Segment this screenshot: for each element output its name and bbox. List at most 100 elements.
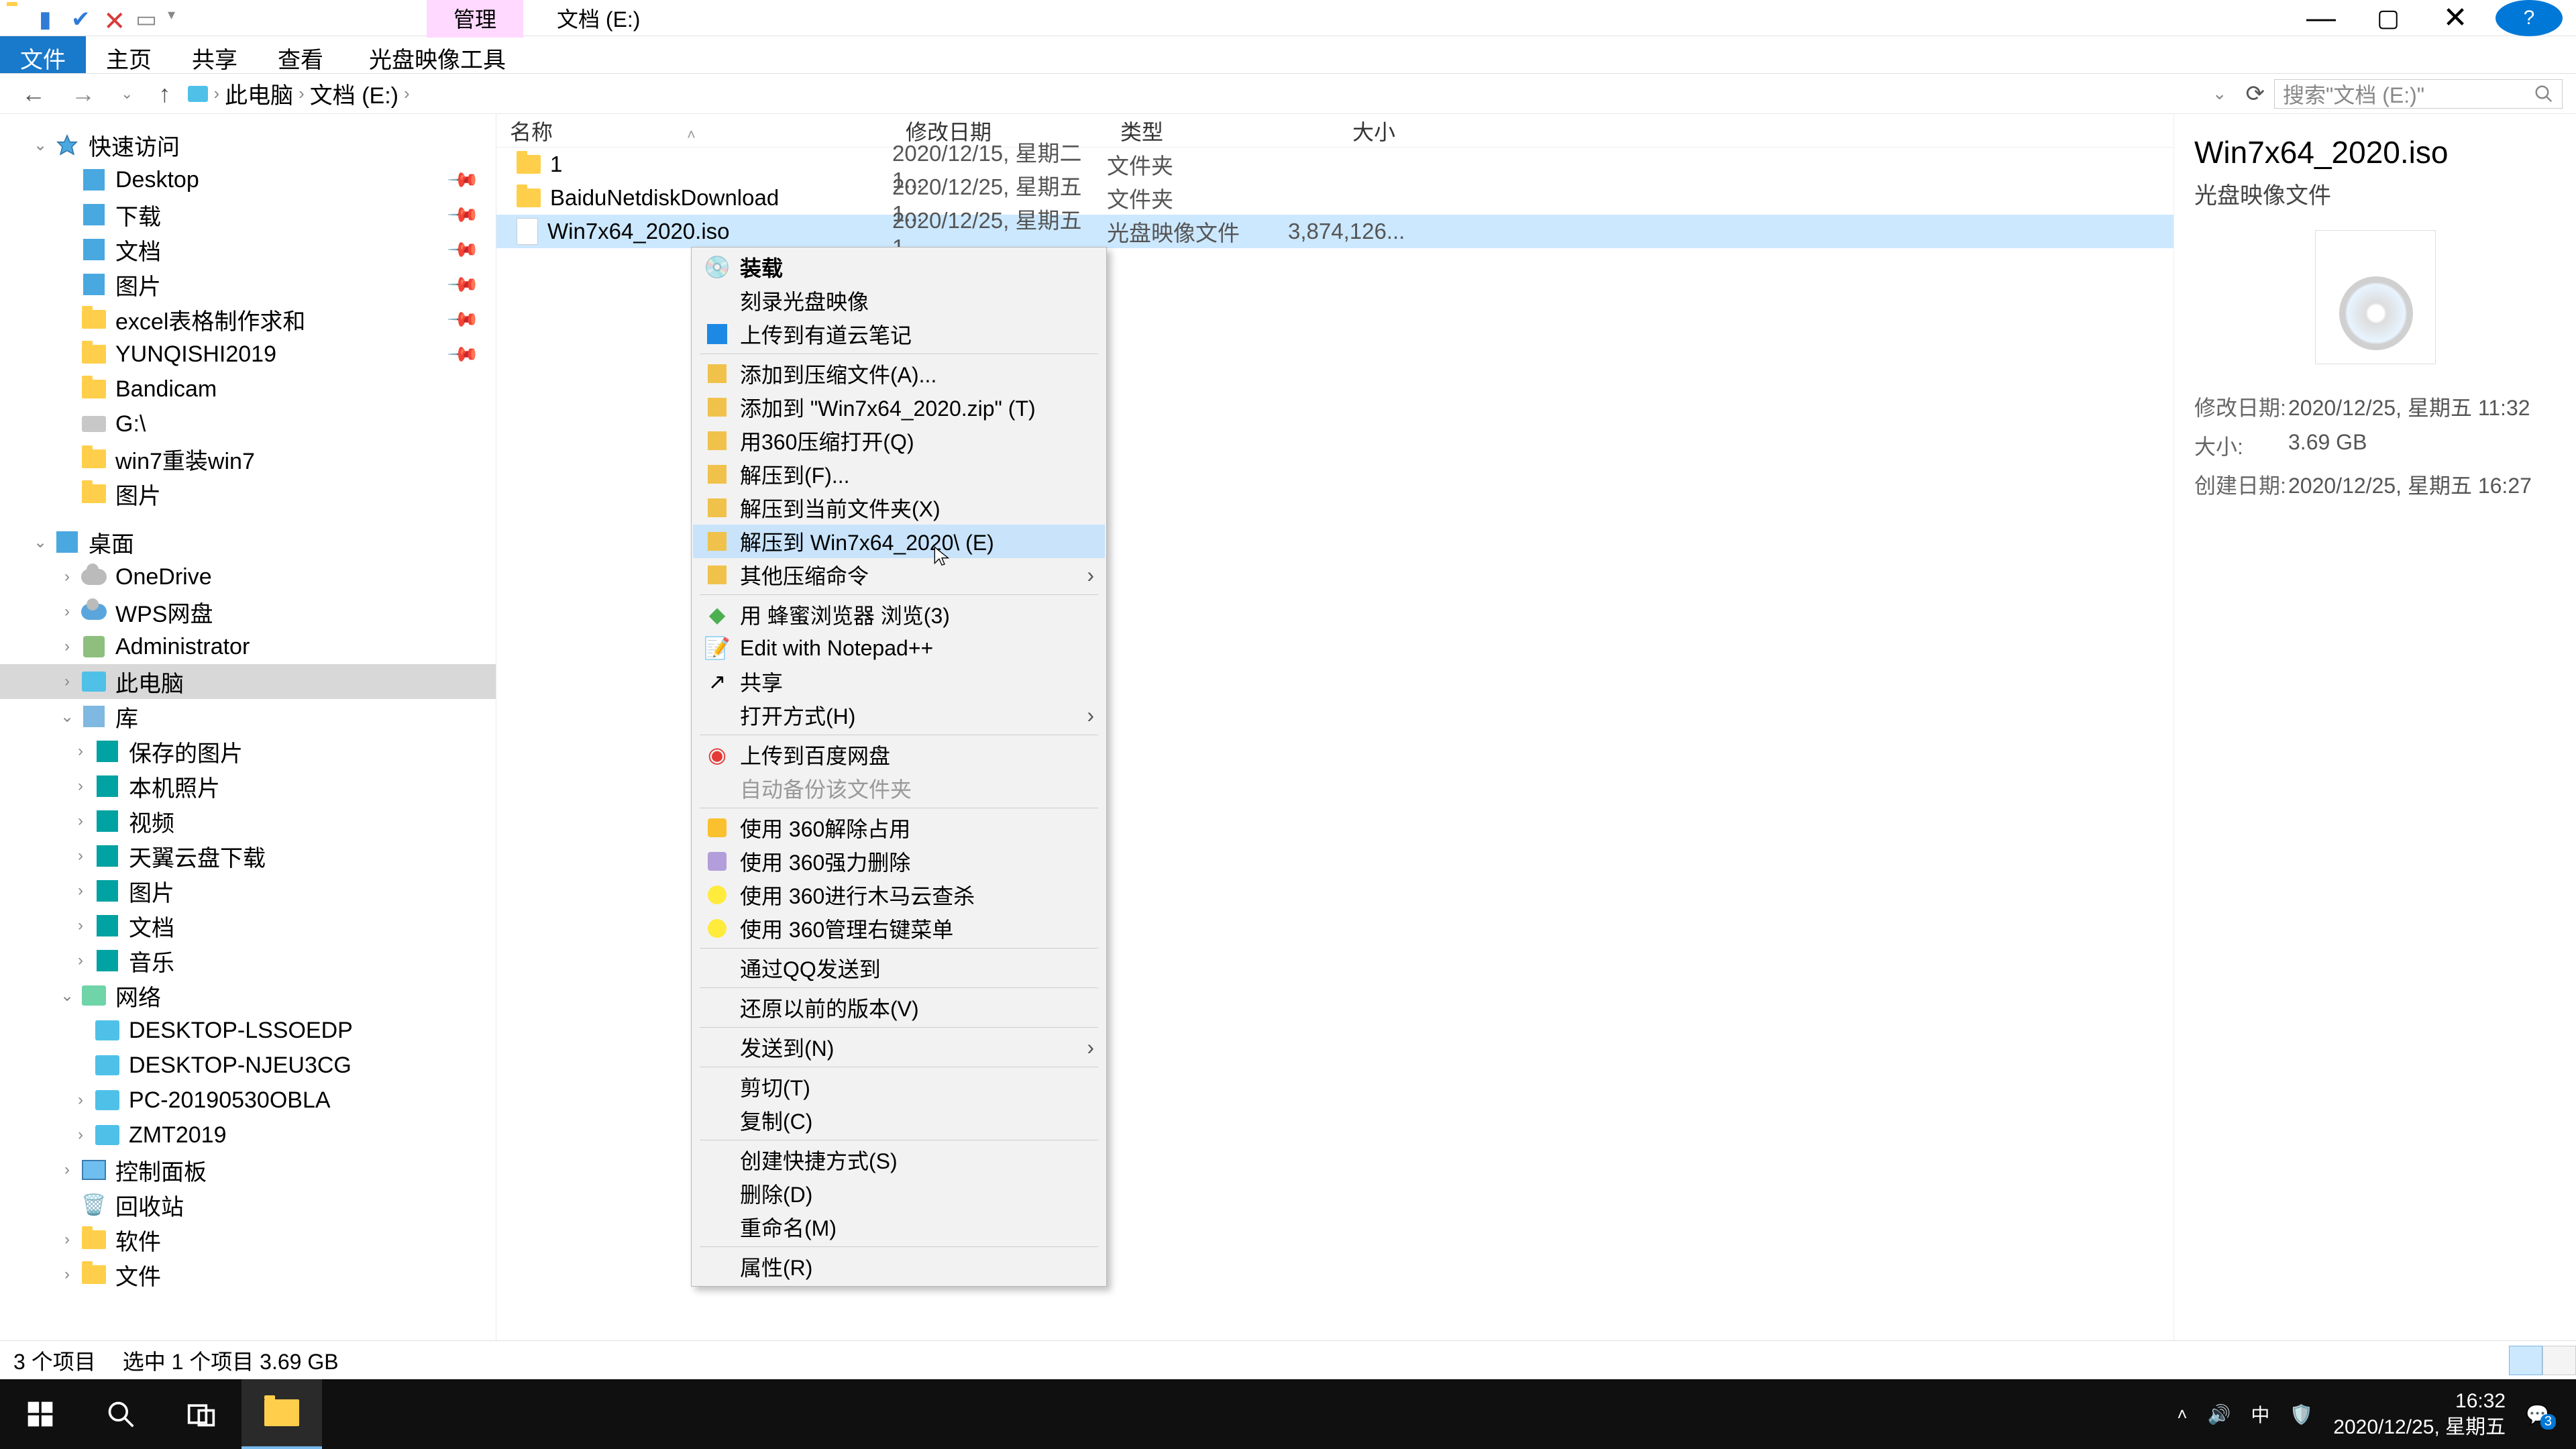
tree-excel[interactable]: excel表格制作求和📌 (0, 302, 496, 337)
ctx-restore-prev[interactable]: 还原以前的版本(V) (693, 991, 1105, 1024)
ribbon-iso-tools[interactable]: 光盘映像工具 (349, 36, 526, 73)
tree-soft[interactable]: ›软件 (0, 1222, 496, 1257)
tree-wps[interactable]: ›WPS网盘 (0, 594, 496, 629)
tree-control-panel[interactable]: ›控制面板 (0, 1152, 496, 1187)
ctx-baidu-upload[interactable]: ◉上传到百度网盘 (693, 738, 1105, 771)
navigation-tree[interactable]: ⌄快速访问 Desktop📌 下载📌 文档📌 图片📌 excel表格制作求和📌 … (0, 114, 496, 1340)
qat-dropdown-icon[interactable]: ▾ (168, 6, 192, 30)
address-dropdown[interactable]: ⌄ (2212, 83, 2227, 104)
breadcrumb[interactable]: › 此电脑 › 文档 (E:) › ⌄ ⟳ (188, 77, 2265, 110)
qat-checkmark-icon[interactable]: ✔ (71, 6, 95, 30)
ctx-qq-send[interactable]: 通过QQ发送到 (693, 951, 1105, 985)
tree-bandicam[interactable]: Bandicam (0, 372, 496, 407)
tree-files[interactable]: ›文件 (0, 1257, 496, 1292)
taskbar[interactable]: ˄ 🔊 中 🛡️ 16:32 2020/12/25, 星期五 💬3 (0, 1379, 2576, 1449)
ctx-360-menu[interactable]: 使用 360管理右键菜单 (693, 912, 1105, 945)
tree-thispc[interactable]: ›此电脑 (0, 664, 496, 699)
ctx-extract-here[interactable]: 解压到当前文件夹(X) (693, 491, 1105, 525)
ribbon-file[interactable]: 文件 (0, 36, 86, 73)
minimize-button[interactable]: — (2288, 0, 2355, 36)
ctx-360-trojan[interactable]: 使用 360进行木马云查杀 (693, 878, 1105, 912)
close-button[interactable]: ✕ (2422, 0, 2489, 36)
ctx-burn[interactable]: 刻录光盘映像 (693, 284, 1105, 317)
tray-chevron-up-icon[interactable]: ˄ (2177, 1404, 2187, 1425)
nav-recent-dropdown[interactable]: ⌄ (113, 85, 141, 103)
ctx-npp[interactable]: 📝Edit with Notepad++ (693, 631, 1105, 665)
ctx-open360[interactable]: 用360压缩打开(Q) (693, 424, 1105, 458)
col-type[interactable]: 类型 (1107, 115, 1288, 146)
system-tray[interactable]: ˄ 🔊 中 🛡️ 16:32 2020/12/25, 星期五 💬3 (2177, 1388, 2576, 1440)
task-view-button[interactable] (161, 1379, 241, 1449)
col-size[interactable]: 大小 (1288, 115, 1436, 146)
nav-up[interactable]: ↑ (150, 80, 178, 108)
qat-close-icon[interactable]: ✕ (103, 6, 127, 30)
tree-desktop[interactable]: Desktop📌 (0, 162, 496, 197)
ctx-cut[interactable]: 剪切(T) (693, 1070, 1105, 1104)
tree-desktop-zh[interactable]: ⌄桌面 (0, 525, 496, 559)
tree-docs-lib[interactable]: ›文档 (0, 908, 496, 943)
chevron-right-icon[interactable]: › (404, 83, 410, 104)
contextual-tab-manage[interactable]: 管理 (427, 0, 523, 38)
ctx-360-unlock[interactable]: 使用 360解除占用 (693, 811, 1105, 845)
crumb-location[interactable]: 文档 (E:) (310, 77, 398, 110)
tree-net1[interactable]: DESKTOP-LSSOEDP (0, 1013, 496, 1048)
crumb-thispc[interactable]: 此电脑 (225, 77, 293, 110)
taskbar-explorer[interactable] (241, 1379, 322, 1449)
column-headers[interactable]: 名称˄ 修改日期 类型 大小 (496, 114, 2174, 148)
ribbon-share[interactable]: 共享 (172, 36, 258, 73)
clock[interactable]: 16:32 2020/12/25, 星期五 (2333, 1388, 2506, 1440)
tree-documents[interactable]: 文档📌 (0, 232, 496, 267)
col-name[interactable]: 名称˄ (496, 115, 892, 146)
file-row-selected[interactable]: Win7x64_2020.iso 2020/12/25, 星期五 1... 光盘… (496, 215, 2174, 248)
tree-win7reinstall[interactable]: win7重装win7 (0, 441, 496, 476)
tree-saved-pics[interactable]: ›保存的图片 (0, 734, 496, 769)
ctx-360-force-del[interactable]: 使用 360强力删除 (693, 845, 1105, 878)
ime-indicator[interactable]: 中 (2251, 1401, 2269, 1428)
context-menu[interactable]: 💿装载 刻录光盘映像 上传到有道云笔记 添加到压缩文件(A)... 添加到 "W… (691, 247, 1107, 1287)
start-button[interactable] (0, 1379, 80, 1449)
volume-icon[interactable]: 🔊 (2208, 1403, 2231, 1426)
ctx-rename[interactable]: 重命名(M) (693, 1210, 1105, 1244)
view-icons-button[interactable] (2542, 1346, 2576, 1375)
search-button[interactable] (80, 1379, 161, 1449)
ctx-extract-to[interactable]: 解压到(F)... (693, 458, 1105, 491)
action-center-icon[interactable]: 💬3 (2526, 1403, 2549, 1426)
tree-pictures2[interactable]: 图片 (0, 476, 496, 511)
ctx-shortcut[interactable]: 创建快捷方式(S) (693, 1143, 1105, 1177)
chevron-right-icon[interactable]: › (299, 83, 305, 104)
tree-admin[interactable]: ›Administrator (0, 629, 496, 664)
ctx-properties[interactable]: 属性(R) (693, 1250, 1105, 1283)
ctx-share[interactable]: ↗共享 (693, 665, 1105, 698)
tree-libraries[interactable]: ⌄库 (0, 699, 496, 734)
tree-g-drive[interactable]: G:\ (0, 407, 496, 441)
ctx-fengmi[interactable]: ◆用 蜂蜜浏览器 浏览(3) (693, 598, 1105, 631)
ctx-extract-named[interactable]: 解压到 Win7x64_2020\ (E) (693, 525, 1105, 558)
tree-yunqishi[interactable]: YUNQISHI2019📌 (0, 337, 496, 372)
ctx-delete[interactable]: 删除(D) (693, 1177, 1105, 1210)
chevron-right-icon[interactable]: › (213, 83, 219, 104)
tree-tianyi[interactable]: ›天翼云盘下载 (0, 839, 496, 873)
tree-recycle[interactable]: 🗑️回收站 (0, 1187, 496, 1222)
ctx-other-compress[interactable]: 其他压缩命令› (693, 558, 1105, 592)
ribbon-home[interactable]: 主页 (86, 36, 172, 73)
ctx-send-to[interactable]: 发送到(N)› (693, 1030, 1105, 1064)
tree-network[interactable]: ⌄网络 (0, 978, 496, 1013)
tree-net2[interactable]: DESKTOP-NJEU3CG (0, 1048, 496, 1083)
tree-music-lib[interactable]: ›音乐 (0, 943, 496, 978)
nav-forward[interactable]: → (63, 80, 103, 108)
search-input[interactable]: 搜索"文档 (E:)" (2274, 79, 2563, 109)
tree-net4[interactable]: ›ZMT2019 (0, 1118, 496, 1152)
ribbon-view[interactable]: 查看 (258, 36, 343, 73)
ctx-copy[interactable]: 复制(C) (693, 1104, 1105, 1137)
nav-back[interactable]: ← (13, 80, 54, 108)
tree-downloads[interactable]: 下载📌 (0, 197, 496, 232)
tree-net3[interactable]: ›PC-20190530OBLA (0, 1083, 496, 1118)
tree-quick-access[interactable]: ⌄快速访问 (0, 127, 496, 162)
ctx-mount[interactable]: 💿装载 (693, 250, 1105, 284)
file-row[interactable]: 1 2020/12/15, 星期二 1... 文件夹 (496, 148, 2174, 181)
qat-new-folder-icon[interactable]: ▭ (136, 6, 160, 30)
ctx-add-archive[interactable]: 添加到压缩文件(A)... (693, 357, 1105, 390)
ctx-add-zip[interactable]: 添加到 "Win7x64_2020.zip" (T) (693, 390, 1105, 424)
tree-local-photos[interactable]: ›本机照片 (0, 769, 496, 804)
help-button[interactable]: ? (2496, 0, 2563, 36)
